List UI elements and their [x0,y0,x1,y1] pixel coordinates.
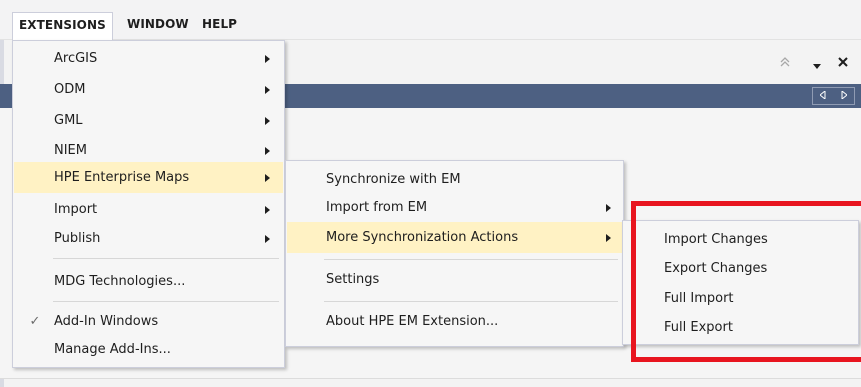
submenu-arrow-icon [265,147,270,155]
menu-item-manage-add-ins[interactable]: Manage Add-Ins... [13,334,284,365]
menu-item-hpe-enterprise-maps[interactable]: HPE Enterprise Maps [14,162,283,193]
double-chevron-up-icon[interactable] [779,55,791,72]
menu-item-label: About HPE EM Extension... [326,314,499,329]
menu-item-label: HPE Enterprise Maps [54,170,190,185]
menu-item-add-in-windows[interactable]: ✓ Add-In Windows [13,306,284,337]
docked-panel-header [285,44,861,82]
menu-separator [324,259,618,260]
menubar-extensions[interactable]: EXTENSIONS [12,12,113,42]
menubar-help[interactable]: HELP [196,12,243,36]
annotation-highlight-box [631,201,861,362]
menu-item-label: ArcGIS [54,51,98,66]
menu-item-odm[interactable]: ODM [13,74,284,105]
triangle-right-icon[interactable] [841,89,848,102]
menu-item-label: Import from EM [326,200,428,215]
menu-item-publish[interactable]: Publish [13,223,284,254]
submenu-arrow-icon [265,86,270,94]
menu-item-label: ODM [54,82,86,97]
checkmark-icon: ✓ [29,314,41,329]
submenu-arrow-icon [606,204,611,212]
menu-item-import[interactable]: Import [13,194,284,225]
menu-item-label: MDG Technologies... [54,274,186,289]
bottom-divider [0,378,861,379]
submenu-arrow-icon [265,235,270,243]
close-icon[interactable] [838,56,848,70]
hpe-enterprise-maps-submenu: Synchronize with EM Import from EM More … [285,160,624,347]
submenu-arrow-icon [265,55,270,63]
menu-bar: EXTENSIONS WINDOW HELP [0,0,861,42]
menu-separator [53,258,279,259]
menu-item-synchronize-with-em[interactable]: Synchronize with EM [286,164,623,195]
submenu-arrow-icon [265,206,270,214]
menu-item-gml[interactable]: GML [13,105,284,136]
menu-item-label: Manage Add-Ins... [54,342,171,357]
menu-item-mdg-technologies[interactable]: MDG Technologies... [13,266,284,297]
menu-item-label: Synchronize with EM [326,172,461,187]
menu-item-label: More Synchronization Actions [326,230,519,245]
panel-nav-buttons [812,87,855,105]
menu-item-label: Settings [326,272,380,287]
triangle-left-icon[interactable] [819,89,826,102]
menu-item-label: GML [54,113,83,128]
triangle-down-icon[interactable] [812,59,822,73]
menu-item-settings[interactable]: Settings [286,264,623,295]
menu-separator [324,301,618,302]
menu-item-label: Import [54,202,98,217]
menu-item-more-synchronization-actions[interactable]: More Synchronization Actions [287,222,622,253]
menu-separator [53,301,279,302]
menu-item-label: Add-In Windows [54,314,159,329]
menu-item-label: Publish [54,231,101,246]
menu-item-import-from-em[interactable]: Import from EM [286,192,623,223]
menu-item-arcgis[interactable]: ArcGIS [13,43,284,74]
extensions-menu: ArcGIS ODM GML NIEM HPE Enterprise Maps … [12,40,285,368]
submenu-arrow-icon [606,234,611,242]
submenu-arrow-icon [265,117,270,125]
menubar-window[interactable]: WINDOW [121,12,195,36]
submenu-arrow-icon [265,174,270,182]
menu-item-about-hpe-em-extension[interactable]: About HPE EM Extension... [286,306,623,337]
